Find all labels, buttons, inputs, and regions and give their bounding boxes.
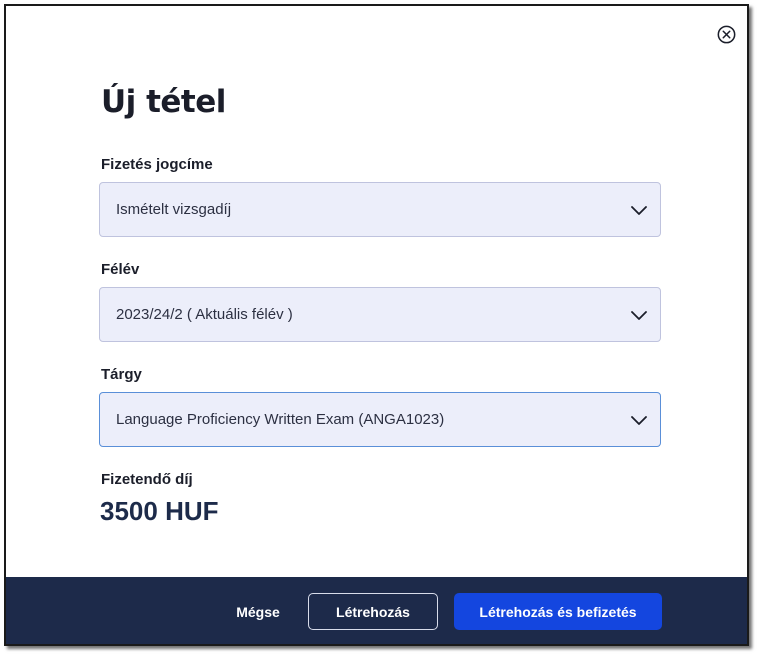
cancel-button[interactable]: Mégse — [228, 593, 288, 630]
chevron-down-icon — [631, 311, 647, 320]
payment-type-select[interactable]: Ismételt vizsgadíj — [99, 182, 661, 237]
new-item-dialog: Új tétel Fizetés jogcíme Ismételt vizsga… — [4, 4, 749, 646]
subject-select[interactable]: Language Proficiency Written Exam (ANGA1… — [99, 392, 661, 447]
chevron-down-icon — [631, 416, 647, 425]
semester-value: 2023/24/2 ( Aktuális félév ) — [116, 306, 293, 323]
create-button[interactable]: Létrehozás — [308, 593, 438, 630]
create-and-pay-button[interactable]: Létrehozás és befizetés — [454, 593, 662, 630]
semester-label: Félév — [101, 261, 140, 278]
payment-type-value: Ismételt vizsgadíj — [116, 201, 232, 218]
subject-value: Language Proficiency Written Exam (ANGA1… — [116, 411, 445, 428]
close-icon[interactable] — [717, 25, 736, 44]
chevron-down-icon — [631, 206, 647, 215]
payment-type-label: Fizetés jogcíme — [101, 156, 213, 173]
dialog-title: Új tétel — [101, 84, 226, 120]
amount-label: Fizetendő díj — [101, 471, 193, 488]
semester-select[interactable]: 2023/24/2 ( Aktuális félév ) — [99, 287, 661, 342]
subject-label: Tárgy — [101, 366, 142, 383]
amount-value: 3500 HUF — [100, 496, 219, 526]
dialog-footer: Mégse Létrehozás Létrehozás és befizetés — [6, 577, 747, 644]
